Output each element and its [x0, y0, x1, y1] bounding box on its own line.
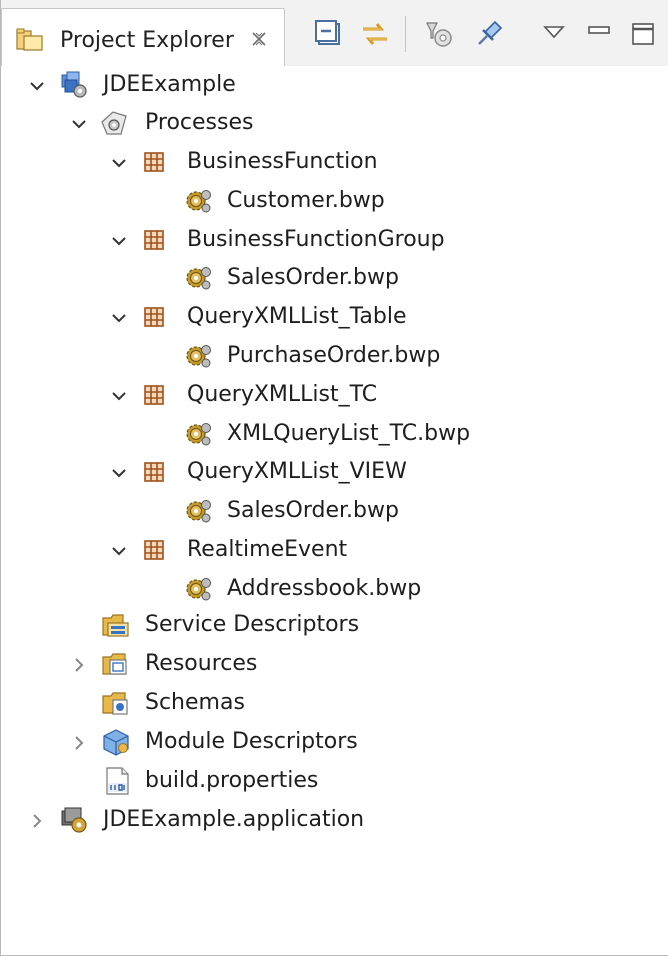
schemas-folder-icon	[102, 692, 128, 715]
package-icon	[144, 307, 164, 327]
pin-icon	[478, 20, 503, 45]
tree-item-label: SalesOrder.bwp	[227, 265, 399, 291]
tree-item-build-properties[interactable]: build.properties	[1, 762, 668, 800]
package-icon	[144, 152, 164, 172]
maximize-icon	[632, 23, 654, 45]
processes-folder-icon	[101, 111, 127, 135]
chevron-down-icon[interactable]	[69, 114, 89, 134]
tree-item-label: XMLQueryList_TC.bwp	[227, 420, 471, 446]
minimize-icon	[588, 26, 610, 34]
project-explorer-view: Project Explorer JDEExample Processes Bu…	[0, 0, 668, 956]
process-file-icon	[186, 267, 211, 290]
chevron-down-icon[interactable]	[109, 308, 129, 328]
tree-item-label: Addressbook.bwp	[227, 575, 422, 601]
tree-item-service-descriptors[interactable]: Service Descriptors	[1, 606, 668, 644]
close-tab-icon[interactable]	[249, 29, 269, 49]
view-menu-button[interactable]	[539, 18, 571, 50]
tree-item-label: JDEExample	[103, 72, 236, 97]
module-descriptors-icon	[103, 729, 129, 756]
tree-item-label: Module Descriptors	[145, 729, 358, 754]
process-file-icon	[186, 345, 211, 368]
tree-item-resources[interactable]: Resources	[1, 645, 668, 683]
project-icon	[61, 71, 87, 98]
tree-item-process[interactable]: SalesOrder.bwp	[1, 259, 668, 297]
filter-button[interactable]	[423, 18, 455, 50]
collapse-all-button[interactable]	[313, 18, 345, 50]
tree-item-label: build.properties	[145, 768, 319, 793]
tree-item-label: Service Descriptors	[145, 612, 360, 637]
chevron-down-icon[interactable]	[109, 386, 129, 406]
view-tab-bar: Project Explorer	[1, 0, 668, 66]
tree-item-label: Customer.bwp	[227, 187, 385, 213]
tree-item-label: BusinessFunction	[187, 149, 378, 174]
tree-item-label: RealtimeEvent	[187, 537, 348, 562]
tree-item-label: QueryXMLList_Table	[187, 304, 407, 330]
link-with-editor-button[interactable]	[359, 18, 391, 50]
tree-item-processes[interactable]: Processes	[1, 104, 668, 142]
tree-item-application[interactable]: JDEExample.application	[1, 801, 668, 839]
tree-item-package[interactable]: RealtimeEvent	[1, 531, 668, 569]
tree-item-package[interactable]: QueryXMLList_TC	[1, 376, 668, 414]
tree-item-label: PurchaseOrder.bwp	[227, 343, 441, 368]
tree-item-label: QueryXMLList_TC	[187, 381, 378, 407]
chevron-down-icon[interactable]	[109, 541, 129, 561]
collapse-all-icon	[315, 20, 340, 45]
package-icon	[144, 462, 164, 483]
service-descriptors-icon	[102, 614, 129, 637]
tab-title: Project Explorer	[60, 28, 234, 53]
tree-item-module-descriptors[interactable]: Module Descriptors	[1, 723, 668, 761]
pin-button[interactable]	[473, 18, 505, 50]
tree-item-label: Schemas	[145, 690, 245, 715]
tree-item-process[interactable]: XMLQueryList_TC.bwp	[1, 415, 668, 453]
tab-project-explorer[interactable]: Project Explorer	[1, 8, 285, 66]
chevron-right-icon[interactable]	[27, 811, 47, 831]
view-menu-icon	[543, 26, 565, 39]
link-with-editor-icon	[363, 23, 387, 45]
tree-item-process[interactable]: Addressbook.bwp	[1, 570, 668, 608]
package-icon	[144, 540, 164, 560]
tree-item-package[interactable]: BusinessFunctionGroup	[1, 221, 668, 259]
properties-file-icon	[106, 767, 129, 795]
tree-item-label: QueryXMLList_VIEW	[187, 459, 407, 485]
chevron-down-icon[interactable]	[109, 463, 129, 483]
tree-item-label: Processes	[145, 110, 254, 135]
chevron-down-icon[interactable]	[109, 231, 129, 251]
tree-item-label: Resources	[145, 651, 258, 676]
resources-folder-icon	[102, 653, 127, 675]
toolbar-separator	[405, 16, 406, 52]
tree-item-label: SalesOrder.bwp	[227, 498, 399, 524]
chevron-right-icon[interactable]	[69, 655, 89, 675]
package-icon	[144, 229, 164, 250]
tree-item-package[interactable]: BusinessFunction	[1, 143, 668, 181]
chevron-down-icon[interactable]	[109, 153, 129, 173]
package-icon	[144, 384, 164, 405]
tree-item-schemas[interactable]: Schemas	[1, 684, 668, 722]
application-icon	[61, 807, 87, 833]
tree-item-label: JDEExample.application	[103, 807, 365, 832]
chevron-down-icon[interactable]	[27, 76, 47, 96]
tree-item-label: BusinessFunctionGroup	[187, 226, 445, 252]
filter-icon	[426, 22, 452, 47]
tree-item-process[interactable]: SalesOrder.bwp	[1, 492, 668, 530]
tree-item-package[interactable]: QueryXMLList_Table	[1, 298, 668, 336]
project-explorer-icon	[16, 28, 43, 51]
process-file-icon	[186, 500, 211, 523]
process-file-icon	[186, 577, 211, 601]
tree-item-process[interactable]: Customer.bwp	[1, 182, 668, 220]
tree-item-package[interactable]: QueryXMLList_VIEW	[1, 453, 668, 491]
maximize-button[interactable]	[627, 18, 659, 50]
tree-item-process[interactable]: PurchaseOrder.bwp	[1, 337, 668, 375]
minimize-button[interactable]	[583, 18, 615, 50]
process-file-icon	[186, 422, 211, 446]
tree-item-project[interactable]: JDEExample	[1, 66, 668, 104]
process-file-icon	[186, 189, 211, 213]
chevron-right-icon[interactable]	[69, 733, 89, 753]
